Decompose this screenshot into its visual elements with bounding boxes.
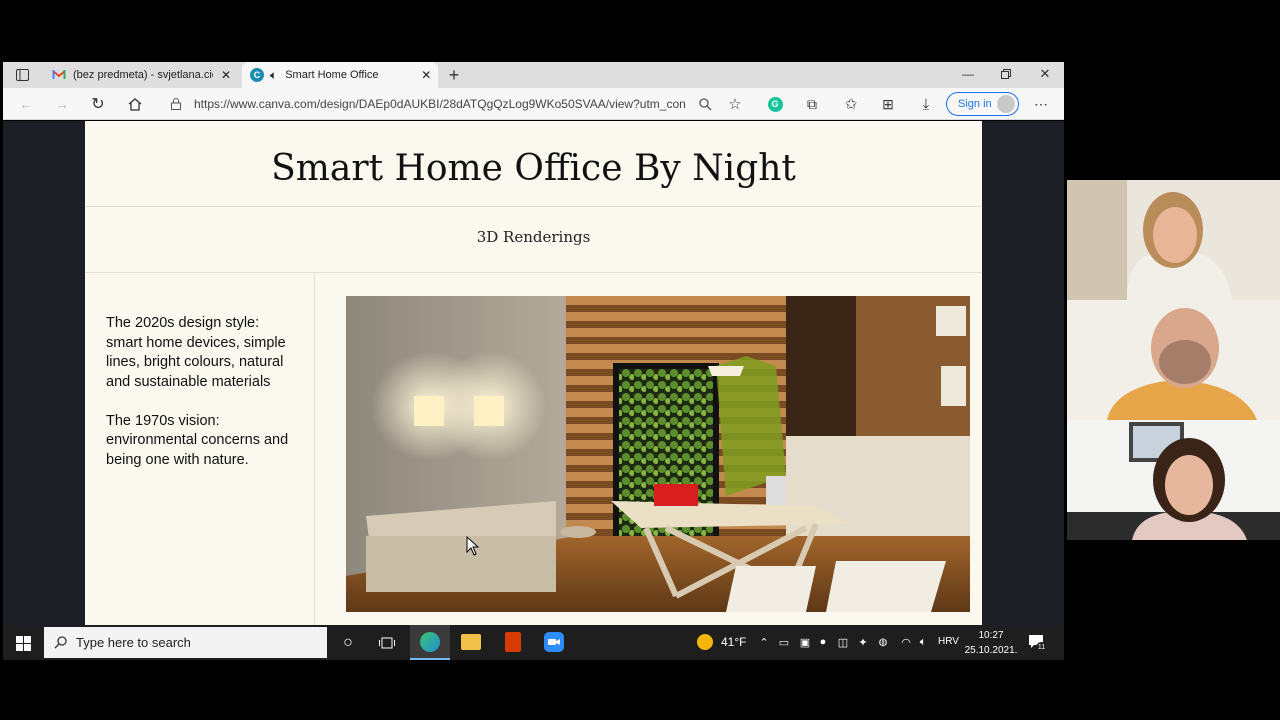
zoom-icon[interactable]	[695, 94, 715, 114]
clock-time: 10:27	[978, 630, 1004, 641]
edge-taskbar-button[interactable]	[410, 625, 450, 660]
refresh-icon[interactable]: ↻	[88, 94, 108, 114]
tab-label: (bez predmeta) - svjetlana.cicko...	[73, 69, 213, 81]
input-language[interactable]: HRV	[938, 636, 959, 647]
notification-count: 11	[1036, 642, 1047, 653]
slide-text: The 2020s design style: smart home devic…	[106, 314, 296, 470]
restore-icon[interactable]	[996, 64, 1016, 84]
lock-icon[interactable]	[168, 94, 184, 114]
mouse-cursor-icon	[466, 535, 480, 556]
battery-icon[interactable]: ▭	[777, 634, 791, 650]
grammarly-icon[interactable]: G	[765, 94, 785, 114]
tab-actions-icon[interactable]	[10, 66, 34, 84]
favorites-icon[interactable]: ✩	[841, 94, 861, 114]
home-icon[interactable]	[125, 94, 145, 114]
minimize-icon[interactable]: —	[958, 64, 978, 84]
tab-gmail[interactable]: (bez predmeta) - svjetlana.cicko... ✕	[44, 62, 240, 88]
slide-title: Smart Home Office By Night	[271, 148, 796, 189]
share-screen-icon[interactable]: ◫	[836, 634, 850, 650]
slide-subtitle: 3D Renderings	[476, 228, 591, 246]
cortana-icon[interactable]: ○	[337, 632, 359, 654]
wifi-icon[interactable]: ◠	[898, 634, 914, 650]
close-window-icon[interactable]: ✕	[1035, 64, 1055, 84]
sign-in-button[interactable]: Sign in	[946, 92, 1019, 116]
notifications-icon[interactable]: 11	[1028, 633, 1047, 653]
weather-temperature[interactable]: 41°F	[721, 635, 746, 649]
paragraph-design-style: The 2020s design style: smart home devic…	[106, 315, 286, 390]
close-tab-icon[interactable]: ✕	[221, 68, 231, 82]
office-rendering-image	[346, 296, 970, 612]
file-explorer-icon[interactable]	[461, 634, 481, 650]
collections-icon[interactable]: ⊞	[878, 94, 898, 114]
more-options-icon[interactable]: ⋯	[1031, 94, 1051, 114]
clock-date: 25.10.2021.	[964, 645, 1018, 656]
search-placeholder: Type here to search	[76, 635, 191, 650]
settings-tray-icon[interactable]: ✦	[856, 634, 870, 650]
profile-avatar-icon	[997, 95, 1015, 113]
new-tab-icon[interactable]: +	[444, 64, 464, 86]
sign-in-label: Sign in	[958, 98, 992, 110]
divider	[85, 206, 982, 207]
clock[interactable]: 10:27 25.10.2021.	[962, 628, 1020, 658]
participant-video-1[interactable]	[1067, 180, 1280, 300]
task-view-icon[interactable]	[376, 632, 398, 654]
office-icon[interactable]	[505, 632, 521, 652]
downloads-icon[interactable]: ⤓	[916, 94, 936, 114]
weather-icon[interactable]	[697, 634, 713, 650]
windows-start-icon[interactable]	[12, 632, 34, 654]
chevron-up-icon[interactable]: ⌃	[758, 634, 770, 650]
participant-video-3[interactable]	[1067, 420, 1280, 540]
tab-label: Smart Home Office	[285, 69, 379, 81]
microphone-icon[interactable]: ●	[817, 634, 829, 650]
add-favorite-icon[interactable]: ☆	[725, 94, 745, 114]
taskbar-search-box[interactable]: Type here to search	[44, 627, 327, 658]
column-divider	[314, 272, 315, 625]
tray-app-icon[interactable]: ◍	[876, 634, 890, 650]
forward-icon[interactable]: →	[52, 94, 72, 114]
close-tab-icon[interactable]: ✕	[421, 68, 431, 82]
camera-icon[interactable]: ▣	[798, 634, 812, 650]
extensions-icon[interactable]: ⧉	[802, 94, 822, 114]
address-bar[interactable]: https://www.canva.com/design/DAEp0dAUKBI…	[194, 92, 686, 116]
canva-icon: C	[250, 68, 264, 82]
paragraph-vision: The 1970s vision: environmental concerns…	[106, 412, 289, 468]
divider	[85, 272, 982, 273]
edge-icon	[420, 632, 440, 652]
back-icon[interactable]: ←	[16, 94, 36, 114]
tab-smart-home-office[interactable]: C 🔈︎ Smart Home Office ✕	[242, 62, 438, 88]
gmail-icon	[52, 69, 66, 81]
speaker-icon[interactable]: 🔈︎	[270, 68, 277, 83]
url-text: https://www.canva.com/design/DAEp0dAUKBI…	[194, 97, 686, 111]
volume-icon[interactable]: 🔈︎	[916, 634, 930, 650]
participant-video-2[interactable]	[1067, 300, 1280, 420]
zoom-app-icon[interactable]	[544, 632, 564, 652]
search-icon	[54, 636, 68, 649]
